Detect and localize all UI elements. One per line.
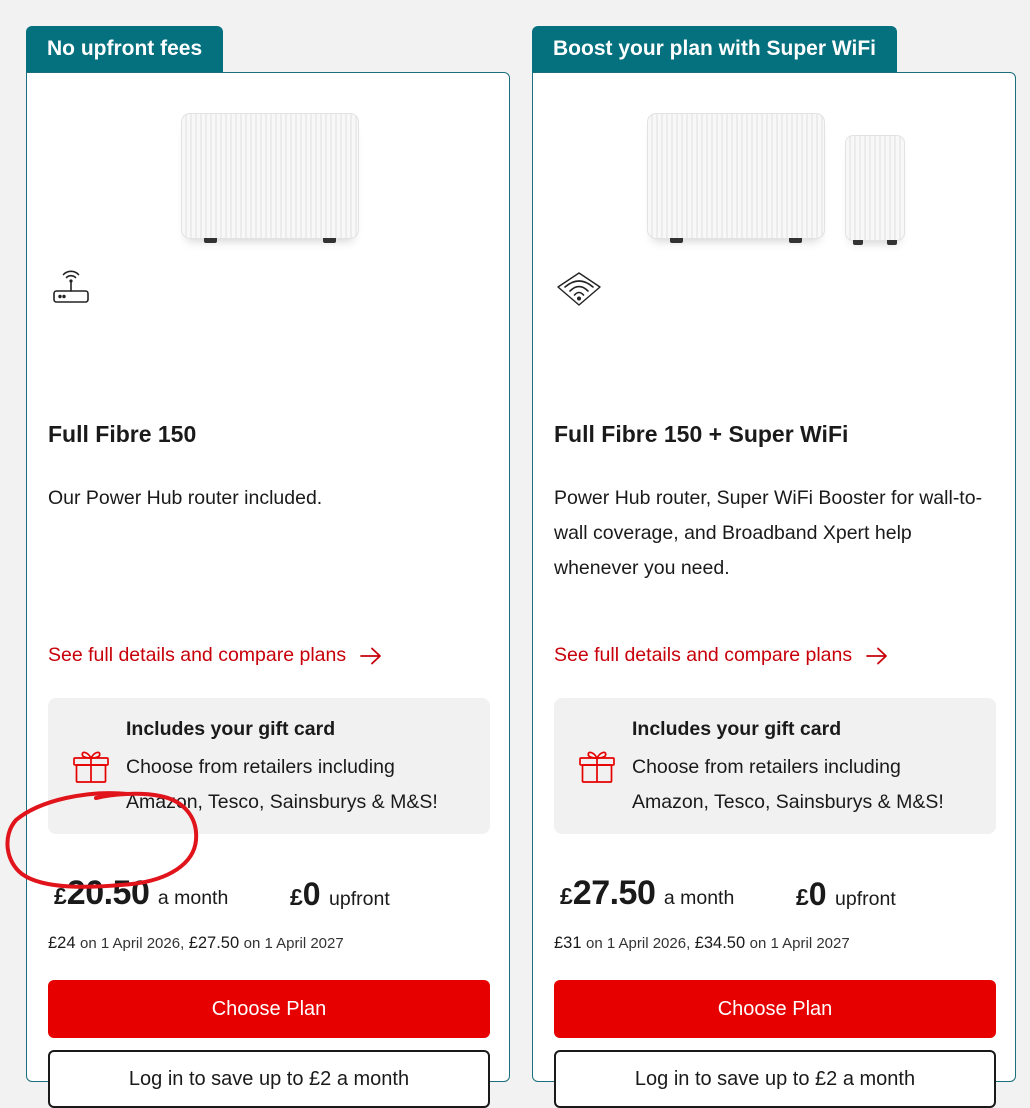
card-tag: Boost your plan with Super WiFi	[532, 26, 897, 72]
future-price-note: £31 on 1 April 2026, £34.50 on 1 April 2…	[554, 934, 850, 953]
plan-title: Full Fibre 150	[48, 421, 197, 447]
choose-plan-button[interactable]: Choose Plan	[554, 980, 996, 1038]
monthly-price-value: 27.50	[572, 874, 656, 912]
future-price-2: £27.50	[188, 934, 240, 952]
monthly-price-value: 20.50	[66, 874, 150, 912]
future-price-1: £24	[48, 934, 76, 952]
card-body: Full Fibre 150 Our Power Hub router incl…	[26, 72, 510, 1108]
login-save-button[interactable]: Log in to save up to £2 a month	[554, 1050, 996, 1108]
router-icon	[53, 270, 89, 303]
currency-symbol: £	[54, 883, 67, 909]
arrow-right-icon	[866, 647, 888, 664]
plan-description: Power Hub router, Super WiFi Booster for…	[554, 487, 983, 579]
power-hub-router-image	[647, 113, 825, 243]
future-price-note: £24 on 1 April 2026, £27.50 on 1 April 2…	[48, 934, 344, 953]
upfront-price-suffix: upfront	[835, 888, 896, 910]
monthly-price-suffix: a month	[663, 887, 735, 909]
login-save-button[interactable]: Log in to save up to £2 a month	[48, 1050, 490, 1108]
future-price-2: £34.50	[694, 934, 746, 952]
wifi-icon	[557, 272, 601, 306]
card-tag: No upfront fees	[26, 26, 224, 72]
upfront-price-value: 0	[302, 876, 321, 912]
plan-card-full-fibre-150: No upfront fees Full Fibre 150 Our Power…	[26, 26, 510, 1108]
product-image	[533, 103, 1015, 253]
details-link-label: See full details and compare plans	[554, 644, 853, 666]
gift-card-description: Choose from retailers including Amazon, …	[632, 756, 944, 813]
upfront-price: £0 upfront	[290, 876, 390, 913]
gift-card-banner: Includes your gift card Choose from reta…	[48, 698, 490, 834]
gift-card-banner: Includes your gift card Choose from reta…	[554, 698, 996, 834]
gift-icon	[73, 751, 109, 783]
plan-card-full-fibre-150-super-wifi: Boost your plan with Super WiFi Full Fib…	[532, 26, 1016, 1108]
future-price-1: £31	[554, 934, 582, 952]
future-date-1: on 1 April 2026,	[79, 935, 185, 952]
choose-plan-button[interactable]: Choose Plan	[48, 980, 490, 1038]
currency-symbol: £	[560, 883, 573, 909]
plan-title: Full Fibre 150 + Super WiFi	[554, 421, 849, 447]
future-date-1: on 1 April 2026,	[585, 935, 691, 952]
card-body: Full Fibre 150 + Super WiFi Power Hub ro…	[532, 72, 1016, 1108]
upfront-currency-symbol: £	[290, 884, 303, 910]
monthly-price: £20.50 a month	[54, 874, 228, 913]
details-link[interactable]: See full details and compare plans	[554, 644, 888, 667]
upfront-price-suffix: upfront	[329, 888, 390, 910]
details-link[interactable]: See full details and compare plans	[48, 644, 382, 667]
future-date-2: on 1 April 2027	[243, 935, 344, 952]
product-image	[27, 103, 509, 253]
upfront-price-value: 0	[808, 876, 827, 912]
details-link-label: See full details and compare plans	[48, 644, 347, 666]
gift-card-title: Includes your gift card	[632, 718, 842, 740]
monthly-price-suffix: a month	[157, 887, 229, 909]
upfront-price: £0 upfront	[796, 876, 896, 913]
upfront-currency-symbol: £	[796, 884, 809, 910]
arrow-right-icon	[360, 647, 382, 664]
gift-card-description: Choose from retailers including Amazon, …	[126, 756, 438, 813]
monthly-price: £27.50 a month	[560, 874, 734, 913]
future-date-2: on 1 April 2027	[749, 935, 850, 952]
gift-icon	[579, 751, 615, 783]
plan-description: Our Power Hub router included.	[48, 487, 323, 509]
gift-card-title: Includes your gift card	[126, 718, 336, 740]
super-wifi-booster-image	[845, 135, 905, 245]
power-hub-router-image	[181, 113, 359, 243]
